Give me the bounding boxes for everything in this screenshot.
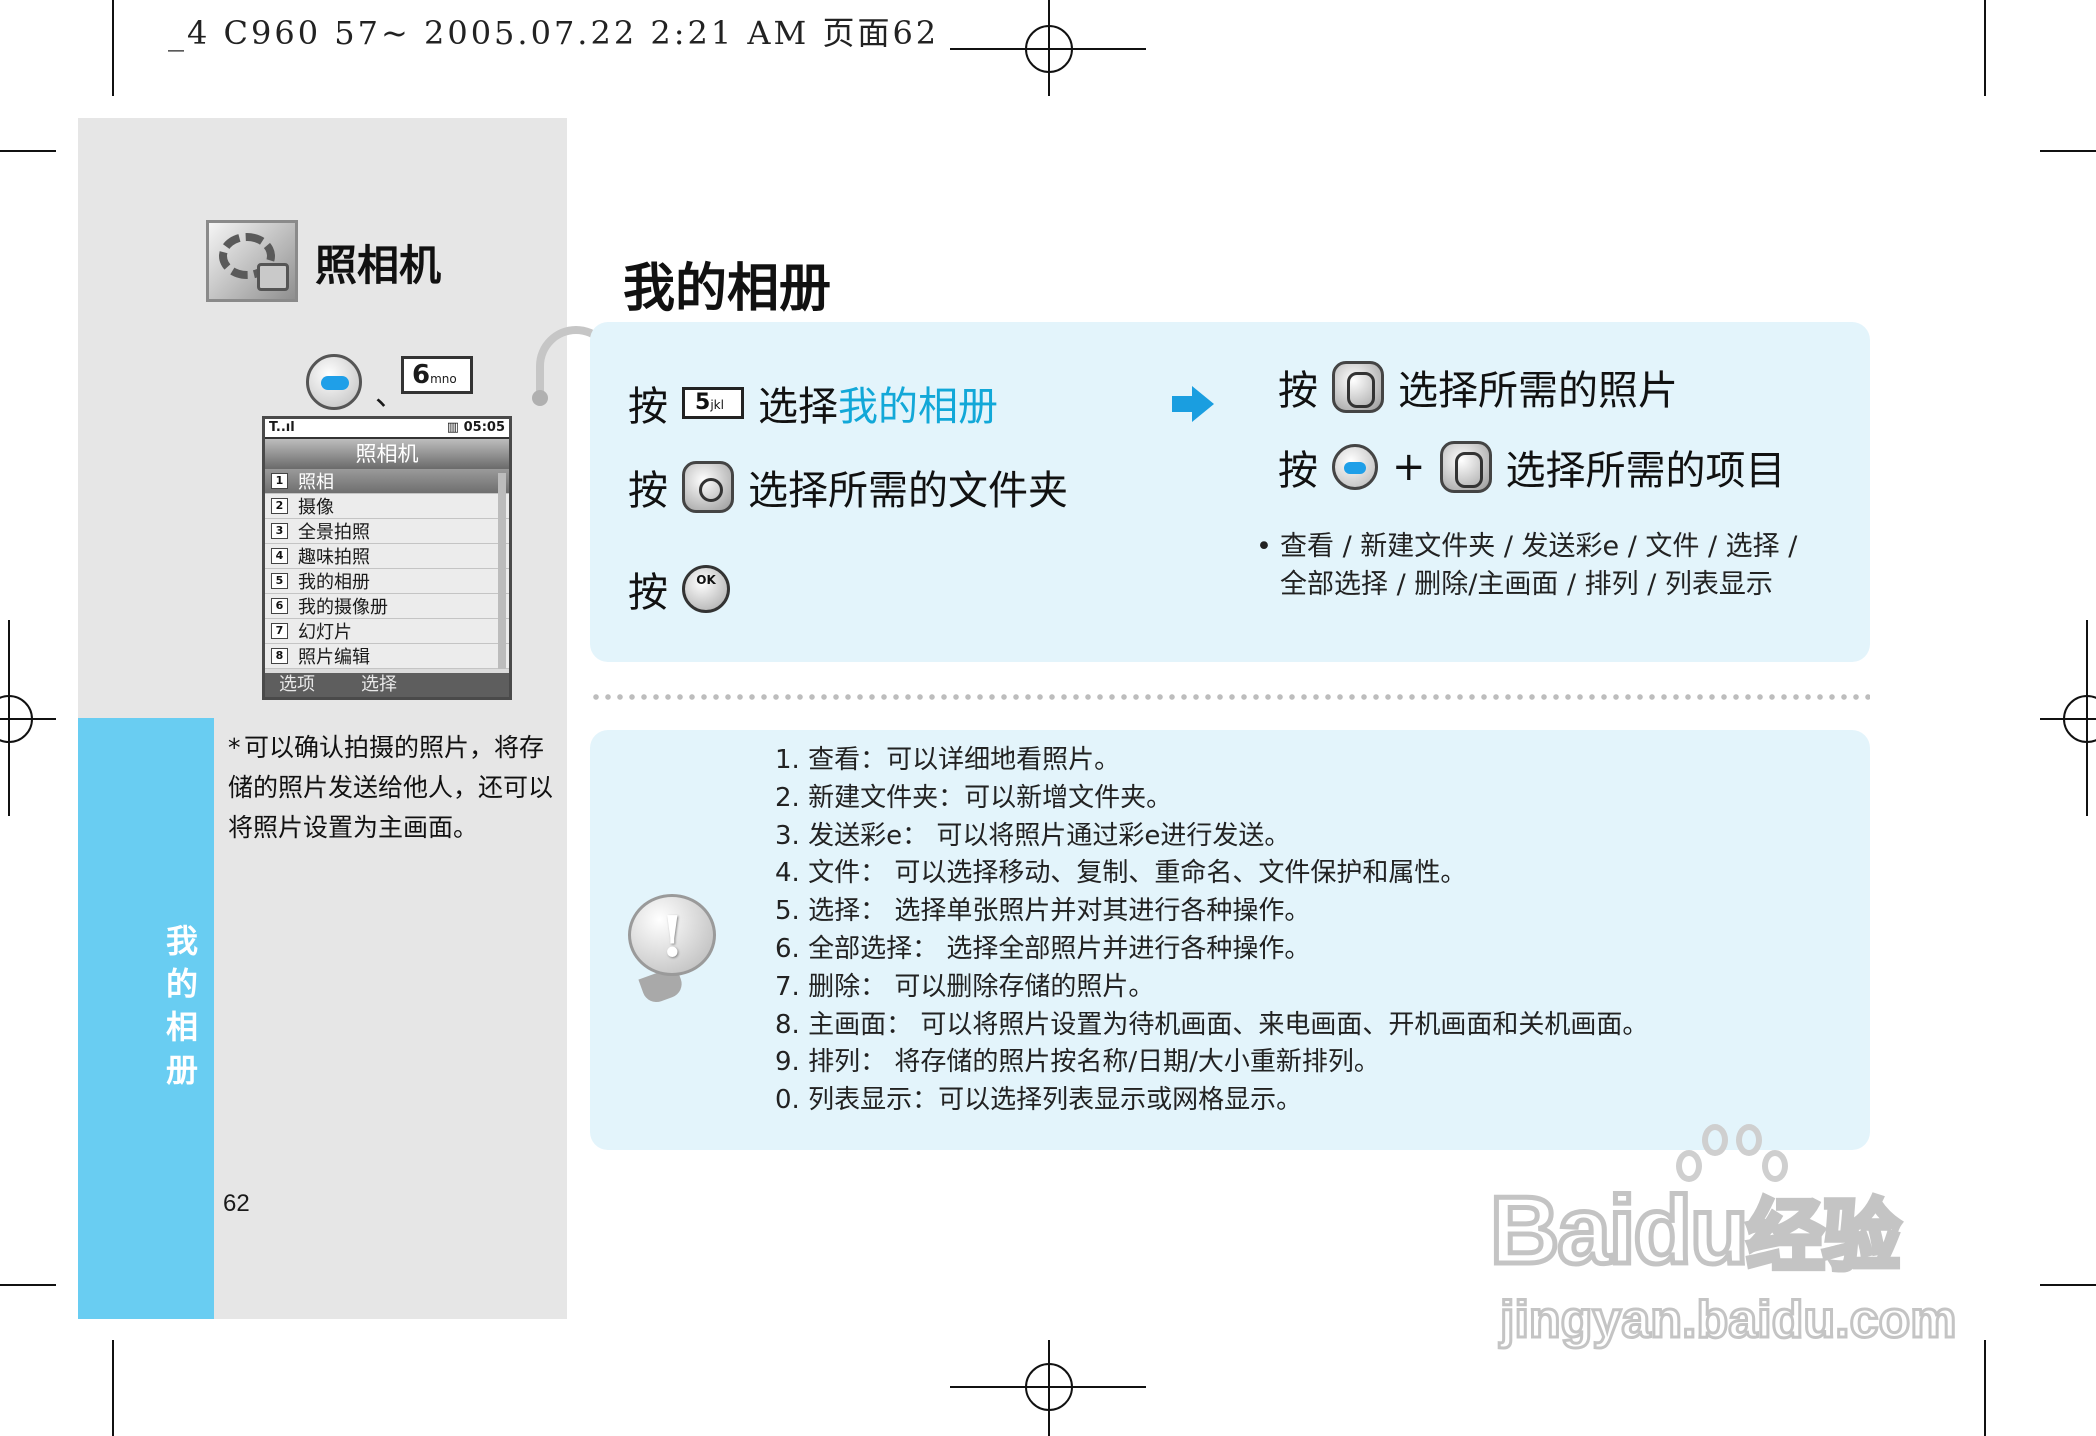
screen-title: 照相机 xyxy=(265,439,509,469)
step-1: 按 5jkl 选择我的相册 xyxy=(628,384,998,430)
menu-item-6: 6 我的摄像册 xyxy=(265,594,509,619)
lightbulb-tip-icon: ! xyxy=(624,894,720,1006)
list-item: 0. 列表显示：可以选择列表显示或网格显示。 xyxy=(775,1085,1303,1116)
dotted-divider xyxy=(590,694,1870,700)
step-2: 按 选择所需的文件夹 xyxy=(628,458,1068,516)
soft-left-label: 选项 xyxy=(279,674,315,695)
watermark-brand: Baidu经验 xyxy=(1488,1175,1904,1287)
list-item: 6. 全部选择： 选择全部照片并进行各种操作。 xyxy=(775,933,1311,964)
phone-screen: T..ıl ▥ 05:05 照相机 1 照相 2 摄像 3 全景拍照 4 趣味拍照 5我… xyxy=(262,416,512,700)
menu-softkey-icon xyxy=(306,354,362,410)
section-title: 照相机 xyxy=(315,241,442,290)
list-item: 7. 删除： 可以删除存储的照片。 xyxy=(775,971,1155,1002)
status-clock: ▥ 05:05 xyxy=(446,420,505,435)
page-number: 62 xyxy=(223,1190,250,1217)
screen-scrollbar xyxy=(498,473,506,669)
signal-indicator: T..ıl xyxy=(269,420,295,435)
watermark-site: jingyan.baidu.com xyxy=(1499,1290,1958,1351)
step-3: 按 OK xyxy=(628,560,730,618)
menu-item-3: 3 全景拍照 xyxy=(265,519,509,544)
list-item: 2. 新建文件夹：可以新增文件夹。 xyxy=(775,782,1173,813)
menu-softkey-icon xyxy=(1332,444,1378,490)
band-title: 我的相册 xyxy=(165,922,198,1089)
print-header: _4 C960 57~ 2005.07.22 2:21 AM 页面62 xyxy=(168,14,940,52)
list-item: 9. 排列： 将存储的照片按名称/日期/大小重新排列。 xyxy=(775,1047,1380,1078)
ok-key-icon: OK xyxy=(682,565,730,613)
key-6-icon: 6mno xyxy=(401,356,473,394)
baidu-watermark: Baidu经验 jingyan.baidu.com xyxy=(1488,1120,1970,1351)
info-list: 1. 查看：可以详细地看照片。 2. 新建文件夹：可以新增文件夹。 3. 发送彩… xyxy=(775,742,1648,1120)
soft-right-label: 选择 xyxy=(361,674,397,695)
menu-item-7: 7 幻灯片 xyxy=(265,619,509,644)
menu-item-4: 4 趣味拍照 xyxy=(265,544,509,569)
soft-key-bar: 选项 选择 xyxy=(265,673,509,697)
nav-updown-key-icon xyxy=(1332,361,1384,413)
list-item: 5. 选择： 选择单张照片并对其进行各种操作。 xyxy=(775,896,1311,927)
camera-icon xyxy=(206,220,298,302)
list-item: 3. 发送彩e： 可以将照片通过彩e进行发送。 xyxy=(775,820,1291,851)
list-item: 1. 查看：可以详细地看照片。 xyxy=(775,745,1121,775)
menu-item-1: 1 照相 xyxy=(265,469,509,494)
list-item: 8. 主画面： 可以将照片设置为待机画面、来电画面、开机画面和关机画面。 xyxy=(775,1009,1649,1040)
step-5: 按 + 选择所需的项目 xyxy=(1278,438,1786,496)
key-5-icon: 5jkl xyxy=(682,387,744,419)
step-4: 按 选择所需的照片 xyxy=(1278,358,1678,416)
status-bar: T..ıl ▥ 05:05 xyxy=(265,419,509,439)
menu-item-5: 5 我的相册 xyxy=(265,569,509,594)
list-item: 4. 文件： 可以选择移动、复制、重命名、文件保护和属性。 xyxy=(775,858,1467,889)
page-title: 我的相册 xyxy=(623,259,832,319)
menu-item-8: 8 照片编辑 xyxy=(265,644,509,669)
menu-item-2: 2 摄像 xyxy=(265,494,509,519)
arrow-right-icon xyxy=(1172,386,1214,422)
nav-updown-key-icon xyxy=(1439,441,1492,493)
sidebar-note: * 可以确认拍摄的照片，将存储的照片发送给他人，还可以将照片设置为主画面。 xyxy=(228,733,554,842)
options-list: • 查看 / 新建文件夹 / 发送彩e / 文件 / 选择 / 全部选择 / 删… xyxy=(1256,531,1798,600)
nav-key-icon xyxy=(682,461,734,513)
